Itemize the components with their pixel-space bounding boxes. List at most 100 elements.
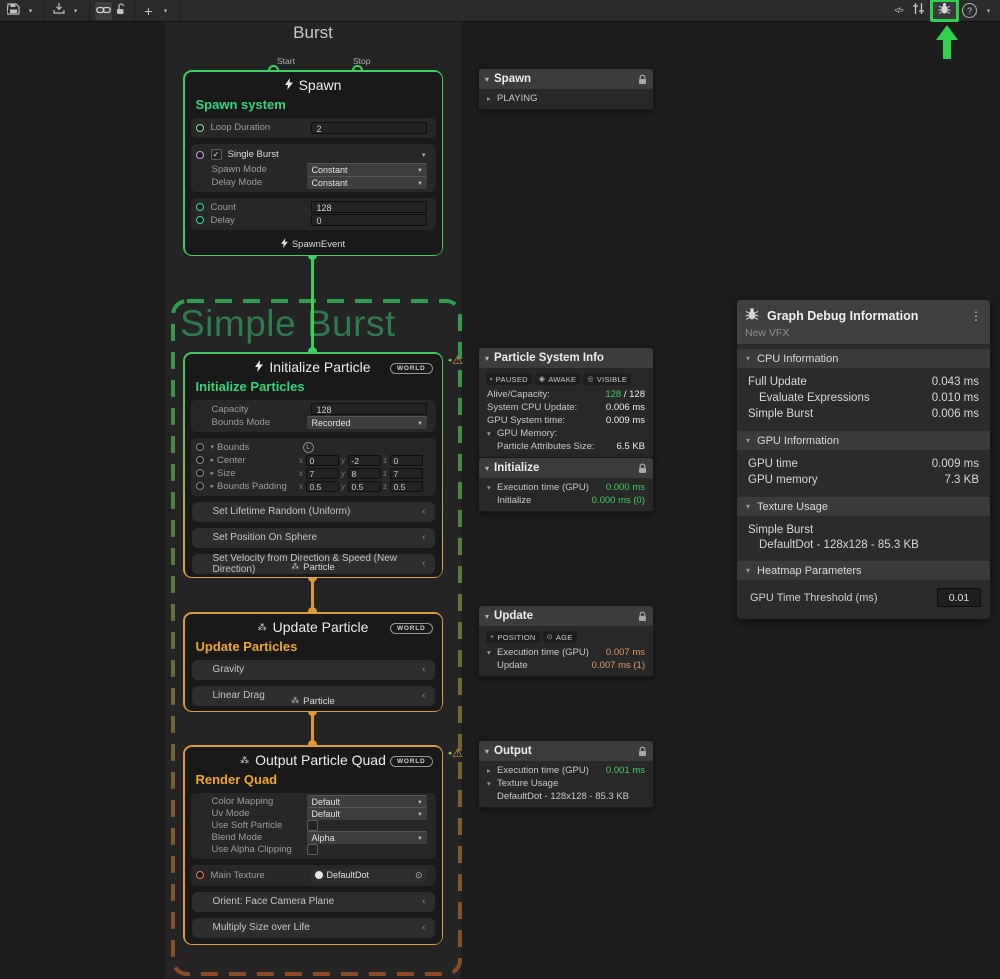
foldout-closed-icon[interactable]: ▸ [211, 482, 215, 490]
heatmap-parameters-section[interactable]: ▾ Heatmap Parameters [737, 561, 990, 580]
center-x-field[interactable]: 0 [306, 455, 339, 466]
block-chevron-icon[interactable]: ‹ [422, 896, 425, 907]
foldout-closed-icon[interactable]: ▸ [211, 456, 215, 464]
soft-particle-checkbox[interactable] [307, 820, 318, 831]
block-chevron-icon[interactable]: ‹ [422, 664, 425, 675]
delay-field[interactable]: 0 [311, 214, 427, 226]
flow-edge-spawn-initialize[interactable] [311, 256, 314, 352]
add-button[interactable]: + [140, 2, 157, 20]
collapse-chevron-icon[interactable]: ▾ [422, 151, 426, 159]
capacity-field[interactable]: 128 [311, 403, 427, 415]
simple-burst-cpu-label: Simple Burst [748, 408, 813, 420]
bounds-port[interactable] [196, 443, 204, 451]
output-debug-header[interactable]: ▾ Output [479, 741, 653, 761]
spawn-node[interactable]: Spawn Spawn system Loop Duration 2 ✓ Sin… [183, 70, 443, 256]
alpha-clipping-checkbox[interactable] [307, 844, 318, 855]
block-chevron-icon[interactable]: ‹ [422, 922, 425, 933]
save-dropdown-button[interactable]: ▾ [22, 2, 39, 20]
kebab-menu-icon[interactable]: ⋮ [970, 309, 982, 323]
gpu-information-section[interactable]: ▾ GPU Information [737, 431, 990, 450]
output-node[interactable]: ⁂ Output Particle Quad WORLD Render Quad… [183, 745, 443, 945]
bounds-link-icon[interactable]: L [303, 442, 314, 453]
center-z-field[interactable]: 0 [390, 455, 423, 466]
lock-toggle-button[interactable] [112, 2, 129, 20]
export-dropdown-button[interactable]: ▾ [67, 2, 84, 20]
size-z-field[interactable]: 7 [390, 468, 423, 479]
initialize-debug-header[interactable]: ▾ Initialize [479, 458, 653, 478]
lock-icon[interactable] [638, 611, 647, 622]
cpu-information-section[interactable]: ▾ CPU Information [737, 349, 990, 368]
foldout-open-icon[interactable]: ▾ [211, 443, 215, 451]
blackboard-settings-button[interactable] [910, 2, 927, 20]
spawn-state-row[interactable]: ▸ PLAYING [479, 92, 653, 105]
system-label[interactable]: Simple Burst [180, 303, 396, 345]
exec-time-row[interactable]: ▾ Execution time (GPU) 0.007 ms [479, 646, 653, 659]
block-gravity[interactable]: Gravity‹ [192, 660, 435, 680]
save-button[interactable] [5, 2, 22, 20]
center-y-field[interactable]: -2 [348, 455, 381, 466]
export-button[interactable] [50, 2, 67, 20]
loop-duration-port[interactable] [196, 124, 204, 132]
texture-usage-section[interactable]: ▾ Texture Usage [737, 497, 990, 516]
block-set-lifetime[interactable]: Set Lifetime Random (Uniform)‹ [192, 502, 435, 522]
size-port[interactable] [196, 469, 204, 477]
lock-icon[interactable] [638, 463, 647, 474]
collapse-icon[interactable]: ▾ [485, 354, 489, 363]
gpu-memory-row[interactable]: ▾ GPU Memory: [479, 427, 653, 440]
graph-debug-header[interactable]: Graph Debug Information ⋮ New VFX [737, 300, 990, 344]
block-orient[interactable]: Orient: Face Camera Plane‹ [192, 892, 435, 912]
help-button[interactable]: ? [962, 3, 977, 18]
age-badge: ⊙AGE [543, 631, 577, 643]
update-node[interactable]: ⁂ Update Particle WORLD Update Particles… [183, 612, 443, 712]
spawn-mode-dropdown[interactable]: Constant▾ [307, 163, 427, 176]
uv-mode-dropdown[interactable]: Default▾ [307, 807, 427, 820]
attach-toggle-button[interactable] [95, 2, 112, 20]
shader-code-button[interactable]: </> [890, 2, 907, 20]
padding-x-field[interactable]: 0.5 [306, 481, 339, 492]
gpu-threshold-input[interactable] [937, 588, 981, 607]
lock-icon[interactable] [638, 74, 647, 85]
center-port[interactable] [196, 456, 204, 464]
texture-usage-row[interactable]: ▾ Texture Usage [479, 777, 653, 790]
collapse-icon[interactable]: ▾ [485, 464, 489, 473]
exec-time-row[interactable]: ▸ Execution time (GPU) 0.001 ms [479, 764, 653, 777]
exec-time-row[interactable]: ▾ Execution time (GPU) 0.000 ms [479, 481, 653, 494]
add-dropdown-button[interactable]: ▾ [157, 2, 174, 20]
blend-mode-dropdown[interactable]: Alpha▾ [307, 831, 427, 844]
particle-info-header[interactable]: ▾ Particle System Info [479, 348, 653, 368]
bounds-mode-dropdown[interactable]: Recorded▾ [307, 416, 427, 429]
delay-port[interactable] [196, 216, 204, 224]
block-chevron-icon[interactable]: ‹ [422, 532, 425, 543]
debug-toggle-button[interactable] [936, 2, 953, 20]
single-burst-port[interactable] [196, 151, 204, 159]
lock-icon[interactable] [638, 746, 647, 757]
spawn-debug-header[interactable]: ▾ Spawn [479, 69, 653, 89]
foldout-closed-icon[interactable]: ▸ [211, 469, 215, 477]
size-x-field[interactable]: 7 [306, 468, 339, 479]
size-y-field[interactable]: 8 [348, 468, 381, 479]
loop-duration-field[interactable]: 2 [311, 122, 427, 134]
spawn-node-header[interactable]: Spawn [185, 72, 442, 94]
delay-mode-dropdown[interactable]: Constant▾ [307, 176, 427, 189]
toolbar-overflow-button[interactable]: ▾ [980, 2, 997, 20]
initialize-warning-badge[interactable]: ◂ ⚠ [448, 354, 463, 366]
collapse-icon[interactable]: ▾ [485, 75, 489, 84]
object-picker-icon[interactable]: ⊙ [415, 870, 423, 881]
update-debug-header[interactable]: ▾ Update [479, 606, 653, 626]
main-texture-port[interactable] [196, 871, 204, 879]
initialize-node[interactable]: Initialize Particle WORLD Initialize Par… [183, 352, 443, 578]
collapse-icon[interactable]: ▾ [485, 612, 489, 621]
vfx-graph-window: ▾ ▾ + ▾ </> [0, 0, 1000, 979]
padding-y-field[interactable]: 0.5 [348, 481, 381, 492]
count-field[interactable]: 128 [311, 201, 427, 213]
bounds-padding-port[interactable] [196, 482, 204, 490]
padding-z-field[interactable]: 0.5 [390, 481, 423, 492]
single-burst-checkbox[interactable]: ✓ [211, 149, 222, 160]
block-set-position[interactable]: Set Position On Sphere‹ [192, 528, 435, 548]
block-chevron-icon[interactable]: ‹ [422, 506, 425, 517]
output-warning-badge[interactable]: ◂ ⚠ [448, 747, 463, 759]
block-multiply-size[interactable]: Multiply Size over Life‹ [192, 918, 435, 938]
main-texture-object-field[interactable]: DefaultDot ⊙ [311, 869, 427, 882]
count-port[interactable] [196, 203, 204, 211]
collapse-icon[interactable]: ▾ [485, 747, 489, 756]
